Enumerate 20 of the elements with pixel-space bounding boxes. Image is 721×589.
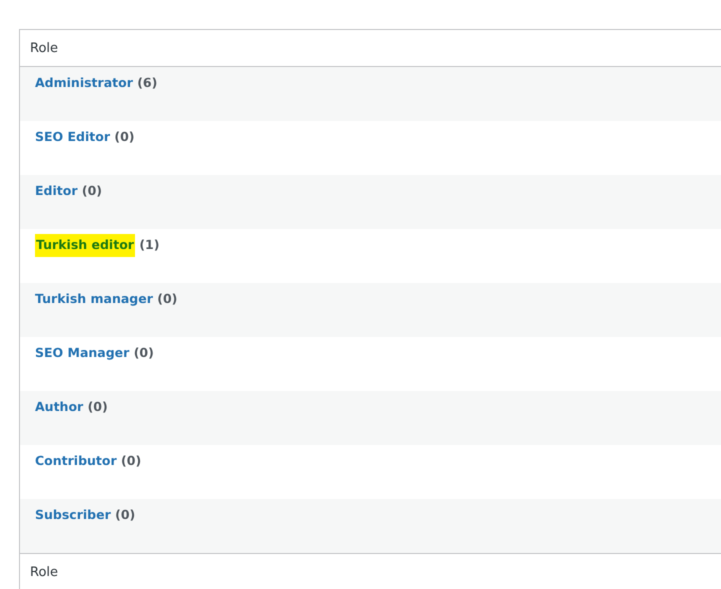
role-link[interactable]: Subscriber — [35, 507, 111, 522]
role-link[interactable]: Administrator — [35, 75, 133, 90]
user-count: (6) — [137, 75, 158, 90]
user-count: (1) — [139, 237, 160, 252]
user-count: (0) — [82, 183, 102, 198]
user-count: (0) — [157, 291, 178, 306]
user-count: (0) — [88, 399, 108, 414]
role-link[interactable]: Editor — [35, 183, 78, 198]
user-count: (0) — [134, 345, 154, 360]
user-count: (0) — [115, 507, 136, 522]
role-link[interactable]: SEO Manager — [35, 345, 130, 360]
user-count: (0) — [121, 453, 142, 468]
highlighted-role-link[interactable]: Turkish editor — [35, 234, 135, 257]
role-link[interactable]: Contributor — [35, 453, 117, 468]
role-link[interactable]: Turkish manager — [35, 291, 153, 306]
role-link[interactable]: SEO Editor — [35, 129, 110, 144]
role-link[interactable]: Author — [35, 399, 84, 414]
column-header: Role — [30, 564, 58, 580]
user-count: (0) — [114, 129, 135, 144]
column-header: Role — [30, 40, 58, 56]
